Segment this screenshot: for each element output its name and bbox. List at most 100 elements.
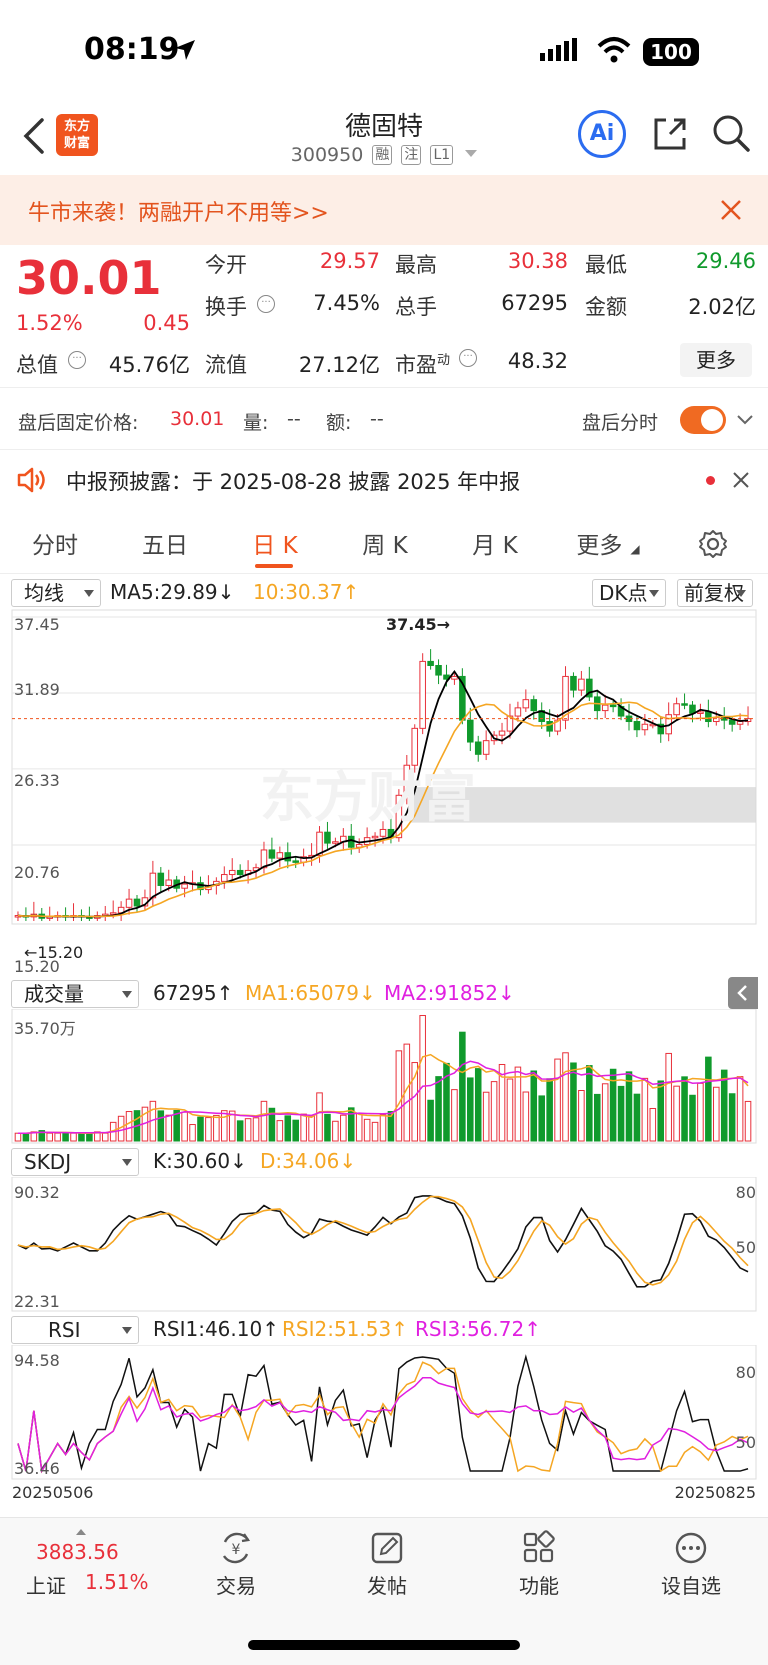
market-cap-label: 总值 [16,353,58,377]
registration-tag: 注 [401,145,422,165]
candle-body [530,699,538,712]
index-name[interactable]: 上证 [26,1570,66,1599]
settings-gear-icon[interactable] [697,528,729,560]
ma5-indicator: MA5:29.89↓ [110,580,234,604]
after-hours-toggle[interactable] [680,406,726,434]
wifi-icon [597,37,631,63]
volume-value-text: 67295 [153,981,217,1005]
more-quote-button[interactable]: 更多 [680,343,752,377]
share-icon[interactable] [650,114,690,154]
low-marker: ←15.20 [24,943,84,962]
candle-body [347,835,355,848]
nav-post[interactable]: 发帖 [332,1530,442,1599]
volume-bar [347,1107,355,1142]
pe-label-text: 市盈 [395,353,437,377]
last-price: 30.01 [16,251,162,305]
after-hours-amt-label: 额: [326,412,352,434]
promo-text[interactable]: 牛市来袭！两融开户不用等>> [28,195,329,227]
volume-bar [419,1015,426,1142]
info-icon[interactable]: ··· [68,351,86,369]
turnover-value: 7.45% [313,291,380,315]
notice-bar[interactable]: 中报预披露：于 2025-08-28 披露 2025 年中报 [0,450,768,510]
nav-functions[interactable]: 功能 [484,1530,594,1599]
nav-trade-label: 交易 [216,1574,256,1598]
after-hours-amt: -- [370,408,384,430]
rsi-selector[interactable]: RSI [11,1316,139,1344]
candle-body [276,852,284,859]
volume-value: 67295 [501,291,568,315]
volume-bar [562,1052,569,1142]
volume-bar [86,1132,93,1142]
change-percent: 1.52% [16,311,83,335]
close-icon[interactable] [733,472,749,488]
info-icon[interactable]: ··· [257,295,275,313]
rsi1-arrow: ↑ [262,1317,279,1341]
promo-banner[interactable]: 牛市来袭！两融开户不用等>> [0,175,768,245]
candle-body [697,711,704,714]
ma-selector[interactable]: 均线 [11,579,101,607]
volume-selector[interactable]: 成交量 [11,980,139,1008]
volume-bar [363,1118,371,1142]
unread-dot [706,476,715,485]
index-change[interactable]: 1.51% [85,1570,149,1594]
volume-bar [332,1120,339,1142]
tab-timeshare[interactable]: 分时 [20,526,90,560]
volume-bar [395,1050,403,1142]
volume-bar [435,1076,442,1142]
volume-bar [308,1115,315,1142]
candle-body [268,849,276,859]
candle-body [681,703,688,706]
tab-daily-k[interactable]: 日 K [240,526,310,560]
ai-assistant-button[interactable]: Ai [578,110,626,158]
candle-body [498,730,506,736]
index-value[interactable]: 3883.56 [36,1540,119,1564]
candle-body [609,704,617,708]
chart-area[interactable]: 均线 MA5:29.89↓ 10:30.37↑ DK点 前复权 37.45 31… [0,575,768,1510]
rsi3-indicator: RSI3:56.72↑ [415,1317,541,1341]
stock-header: 东方 财富 德固特 300950 融 注 L1 Ai [0,100,768,172]
volume-chart[interactable] [0,1009,768,1145]
rsi3-arrow: ↑ [524,1317,541,1341]
tab-five-day[interactable]: 五日 [130,526,200,560]
volume-bar [490,1081,498,1142]
skdj-k-value: K:30.60 [153,1149,231,1173]
nav-add-watchlist[interactable]: 设自选 [636,1530,746,1599]
ma10-arrow: ↑ [342,580,360,604]
volume-bar [641,1077,649,1142]
volume-bar [213,1114,220,1142]
nav-trade[interactable]: ¥ 交易 [181,1530,291,1599]
candle-body [332,841,339,844]
volume-bar [276,1120,284,1142]
tab-monthly-k[interactable]: 月 K [460,526,530,560]
search-icon[interactable] [710,112,752,154]
high-label: 最高 [395,253,437,277]
volume-bar [601,1083,609,1142]
volume-bar [379,1114,387,1142]
skdj-chart[interactable] [0,1177,768,1313]
tab-weekly-k[interactable]: 周 K [350,526,420,560]
notice-text[interactable]: 中报预披露：于 2025-08-28 披露 2025 年中报 [66,466,520,496]
pe-value: 48.32 [507,349,568,373]
ytick-3: 26.33 [14,771,60,790]
nav-post-label: 发帖 [367,1574,407,1598]
skdj-selector[interactable]: SKDJ [11,1148,139,1176]
collapse-panel-button[interactable] [728,977,758,1009]
adjust-button[interactable]: 前复权 [677,579,753,607]
tab-more[interactable]: 更多 ◢ [568,526,648,560]
after-hours-vol: -- [287,408,301,430]
volume-bar [538,1095,545,1142]
chevron-down-icon[interactable] [736,414,754,426]
volume-bar [570,1062,577,1142]
volume-bar [157,1110,165,1142]
volume-bar [554,1058,561,1142]
close-icon[interactable] [720,199,742,221]
volume-bar [506,1078,514,1142]
rsi1-line [17,1354,749,1474]
dk-point-button[interactable]: DK点 [592,579,666,607]
dropdown-icon[interactable] [465,150,478,163]
rsi-chart[interactable] [0,1345,768,1481]
rsi-80: 80 [735,1363,756,1382]
volume-bar [578,1090,585,1142]
index-expand-icon[interactable] [76,1524,86,1535]
skdj-80: 80 [735,1183,756,1202]
